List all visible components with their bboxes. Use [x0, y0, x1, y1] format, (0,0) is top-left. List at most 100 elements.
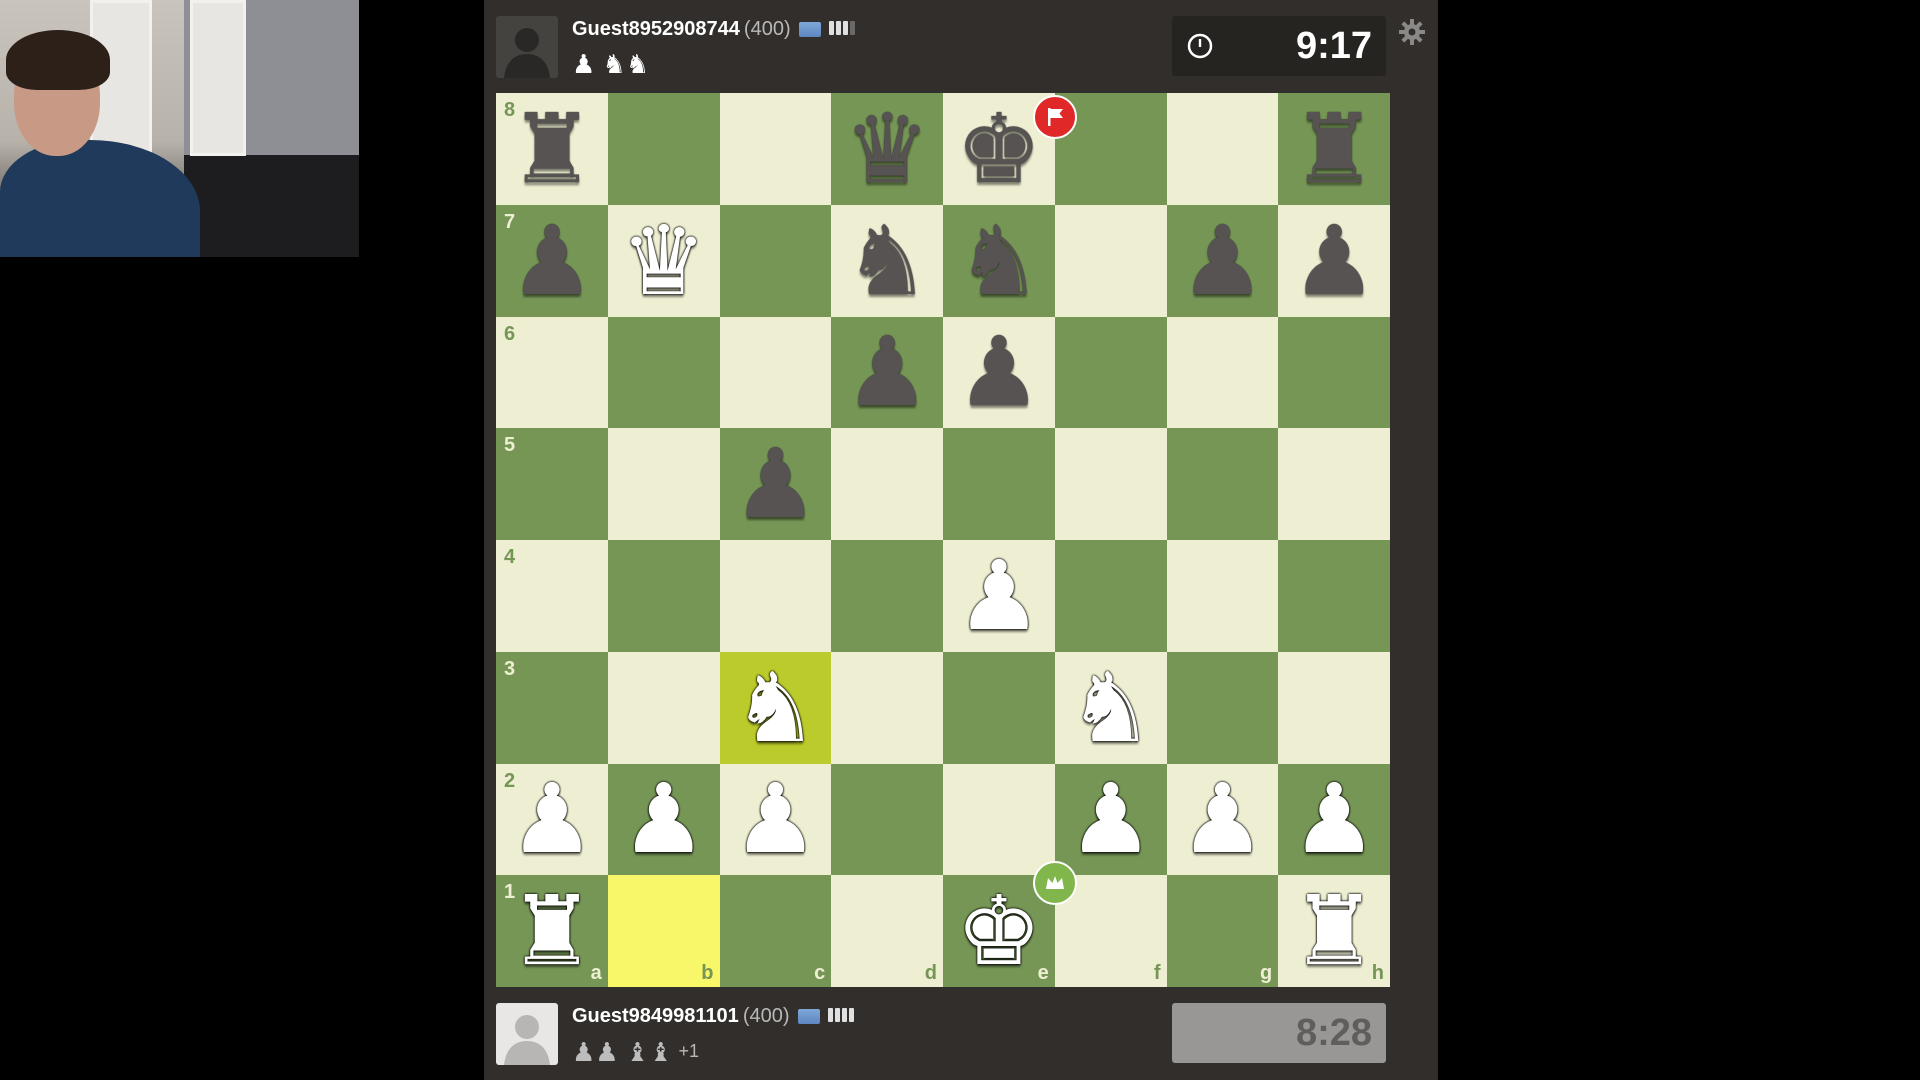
white-knight-piece[interactable]: ♞ — [1068, 660, 1154, 756]
square-b5[interactable] — [607, 428, 720, 540]
white-pawn-piece[interactable]: ♟ — [1068, 771, 1154, 867]
square-b7[interactable]: ♛ — [607, 204, 720, 317]
square-h7[interactable]: ♟ — [1278, 204, 1390, 317]
square-a6[interactable]: 6 — [496, 316, 608, 429]
square-c2[interactable]: ♟ — [719, 763, 832, 876]
black-pawn-piece[interactable]: ♟ — [844, 324, 930, 420]
black-queen-piece[interactable]: ♛ — [844, 101, 930, 197]
square-e8[interactable]: ♚ — [943, 93, 1077, 205]
square-e2[interactable] — [943, 763, 1055, 876]
white-pawn-piece[interactable]: ♟ — [621, 771, 707, 867]
square-f7[interactable] — [1054, 204, 1167, 317]
square-g3[interactable] — [1166, 651, 1279, 764]
square-f2[interactable]: ♟ — [1054, 763, 1167, 876]
gear-icon[interactable] — [1398, 18, 1426, 46]
bottom-player-clock-time: 8:28 — [1295, 1011, 1372, 1054]
square-c6[interactable] — [719, 316, 832, 429]
square-e1[interactable]: e ♚ — [943, 861, 1077, 987]
square-g1[interactable]: g — [1166, 875, 1279, 987]
white-rook-piece[interactable]: ♜ — [509, 883, 595, 979]
square-c8[interactable] — [719, 93, 832, 205]
black-rook-piece[interactable]: ♜ — [1291, 101, 1377, 197]
square-d7[interactable]: ♞ — [831, 204, 943, 317]
white-pawn-piece[interactable]: ♟ — [732, 771, 818, 867]
black-rook-piece[interactable]: ♜ — [509, 101, 595, 197]
top-player-name[interactable]: Guest8952908744 — [572, 18, 740, 40]
square-d2[interactable] — [831, 763, 943, 876]
square-c5[interactable]: ♟ — [719, 428, 832, 540]
square-c4[interactable] — [719, 540, 832, 652]
black-king-piece[interactable]: ♚ — [956, 101, 1042, 197]
black-knight-piece[interactable]: ♞ — [956, 213, 1042, 309]
black-pawn-piece[interactable]: ♟ — [509, 213, 595, 309]
white-pawn-piece[interactable]: ♟ — [956, 548, 1042, 644]
black-knight-piece[interactable]: ♞ — [844, 213, 930, 309]
chess-board[interactable]: 8 ♜ ♛ ♚ ♜ 7 ♟ ♛ ♞ ♞ ♟ ♟ 6 ♟ ♟ 5 ♟ 4 ♟ 3 ♞ ♞ 2 ♟ ♟ ♟ ♟ ♟ ♟ 1 a ♜ b c d e ♚ f g h… — [496, 93, 1390, 987]
square-g7[interactable]: ♟ — [1166, 204, 1279, 317]
square-d3[interactable] — [831, 651, 943, 764]
bottom-player-avatar[interactable] — [496, 1003, 558, 1065]
top-player-avatar[interactable] — [496, 16, 558, 78]
square-e7[interactable]: ♞ — [943, 204, 1055, 317]
square-b8[interactable] — [607, 93, 720, 205]
square-a7[interactable]: 7 ♟ — [496, 204, 608, 317]
square-e3[interactable] — [943, 651, 1055, 764]
square-a5[interactable]: 5 — [496, 428, 608, 540]
white-pawn-piece[interactable]: ♟ — [1179, 771, 1265, 867]
bottom-player-name[interactable]: Guest9849981101 — [572, 1005, 739, 1027]
white-king-piece[interactable]: ♚ — [956, 883, 1042, 979]
square-h3[interactable] — [1278, 651, 1390, 764]
square-f3[interactable]: ♞ — [1054, 651, 1167, 764]
white-rook-piece[interactable]: ♜ — [1291, 883, 1377, 979]
square-d6[interactable]: ♟ — [831, 316, 943, 429]
square-g5[interactable] — [1166, 428, 1279, 540]
square-c3[interactable]: ♞ — [719, 651, 832, 764]
square-h4[interactable] — [1278, 540, 1390, 652]
square-b6[interactable] — [607, 316, 720, 429]
bottom-player-captured-pieces: ♟♟ ♝♝ +1 — [572, 1037, 699, 1066]
square-f5[interactable] — [1054, 428, 1167, 540]
square-a2[interactable]: 2 ♟ — [496, 763, 608, 876]
black-pawn-piece[interactable]: ♟ — [1179, 213, 1265, 309]
file-label: b — [701, 962, 714, 984]
square-d1[interactable]: d — [831, 875, 943, 987]
square-g8[interactable] — [1166, 93, 1279, 205]
square-h1[interactable]: h ♜ — [1278, 875, 1390, 987]
square-c1[interactable]: c — [719, 875, 832, 987]
square-g4[interactable] — [1166, 540, 1279, 652]
square-c7[interactable] — [719, 204, 832, 317]
square-d5[interactable] — [831, 428, 943, 540]
black-pawn-piece[interactable]: ♟ — [1291, 213, 1377, 309]
square-b3[interactable] — [607, 651, 720, 764]
square-b4[interactable] — [607, 540, 720, 652]
square-d8[interactable]: ♛ — [831, 93, 943, 205]
black-pawn-piece[interactable]: ♟ — [956, 324, 1042, 420]
white-pawn-piece[interactable]: ♟ — [509, 771, 595, 867]
white-knight-piece[interactable]: ♞ — [732, 660, 818, 756]
file-label: f — [1153, 962, 1161, 984]
square-f6[interactable] — [1054, 316, 1167, 429]
square-e6[interactable]: ♟ — [943, 316, 1055, 429]
square-b1[interactable]: b — [607, 875, 720, 987]
square-a8[interactable]: 8 ♜ — [496, 93, 608, 205]
white-pawn-piece[interactable]: ♟ — [1291, 771, 1377, 867]
square-f4[interactable] — [1054, 540, 1167, 652]
square-h6[interactable] — [1278, 316, 1390, 429]
square-g2[interactable]: ♟ — [1166, 763, 1279, 876]
captured-pieces: ♟♟ ♝♝ — [572, 1037, 673, 1067]
webcam-shelf — [190, 0, 246, 156]
square-a3[interactable]: 3 — [496, 651, 608, 764]
square-b2[interactable]: ♟ — [607, 763, 720, 876]
square-h8[interactable]: ♜ — [1278, 93, 1390, 205]
square-h5[interactable] — [1278, 428, 1390, 540]
webcam-overlay — [0, 0, 359, 257]
square-d4[interactable] — [831, 540, 943, 652]
square-h2[interactable]: ♟ — [1278, 763, 1390, 876]
square-g6[interactable] — [1166, 316, 1279, 429]
white-queen-piece[interactable]: ♛ — [621, 213, 707, 309]
square-e4[interactable]: ♟ — [943, 540, 1055, 652]
square-a4[interactable]: 4 — [496, 540, 608, 652]
black-pawn-piece[interactable]: ♟ — [732, 436, 818, 532]
square-a1[interactable]: 1 a ♜ — [496, 875, 608, 987]
square-e5[interactable] — [943, 428, 1055, 540]
